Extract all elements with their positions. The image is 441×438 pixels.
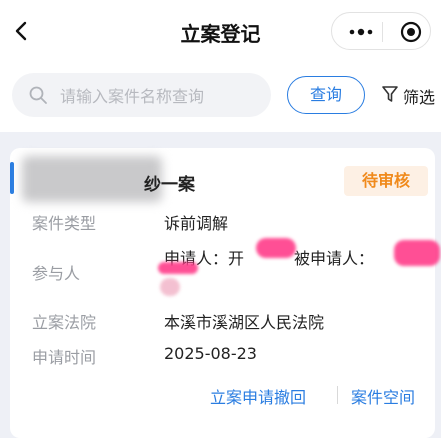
card-accent-bar <box>10 162 14 194</box>
redaction-mark <box>160 278 180 296</box>
case-title: 纱一案 <box>144 175 195 195</box>
case-type-value: 诉前调解 <box>164 214 229 233</box>
close-program-button[interactable] <box>400 21 422 43</box>
more-button[interactable] <box>346 22 376 42</box>
case-type-label: 案件类型 <box>32 214 97 233</box>
search-box[interactable] <box>12 73 271 119</box>
withdraw-application-button[interactable]: 立案申请撤回 <box>210 384 306 408</box>
case-card[interactable]: 纱一案 待审核 案件类型 诉前调解 参与人 申请人：开 被申请人： 立案法院 本溪… <box>10 148 440 438</box>
query-button[interactable]: 查询 <box>287 76 365 114</box>
search-bar-row: 查询 筛选 <box>0 62 441 132</box>
court-label: 立案法院 <box>32 313 97 332</box>
redaction-mark <box>256 238 296 258</box>
redaction-mark <box>158 262 198 274</box>
respondent-prefix: 被申请人： <box>294 249 375 268</box>
date-value: 2025-08-23 <box>164 344 257 363</box>
case-space-button[interactable]: 案件空间 <box>351 384 415 408</box>
court-value: 本溪市溪湖区人民法院 <box>164 313 325 332</box>
more-dots-icon <box>349 28 373 36</box>
capsule-divider <box>382 22 383 42</box>
redaction-mark <box>394 240 440 266</box>
filter-label: 筛选 <box>403 88 436 107</box>
mini-program-capsule <box>331 12 431 50</box>
date-label: 申请时间 <box>32 348 97 367</box>
search-icon <box>29 86 47 104</box>
navigation-bar: 立案登记 <box>0 0 441 62</box>
action-divider <box>337 386 338 404</box>
redacted-case-name <box>22 156 162 202</box>
party-label: 参与人 <box>32 264 81 283</box>
search-input[interactable] <box>58 73 267 119</box>
applicant-partial-name: 开 <box>228 249 245 268</box>
target-circle-icon <box>400 21 422 43</box>
status-badge: 待审核 <box>344 166 428 196</box>
filter-funnel-icon <box>382 86 398 102</box>
